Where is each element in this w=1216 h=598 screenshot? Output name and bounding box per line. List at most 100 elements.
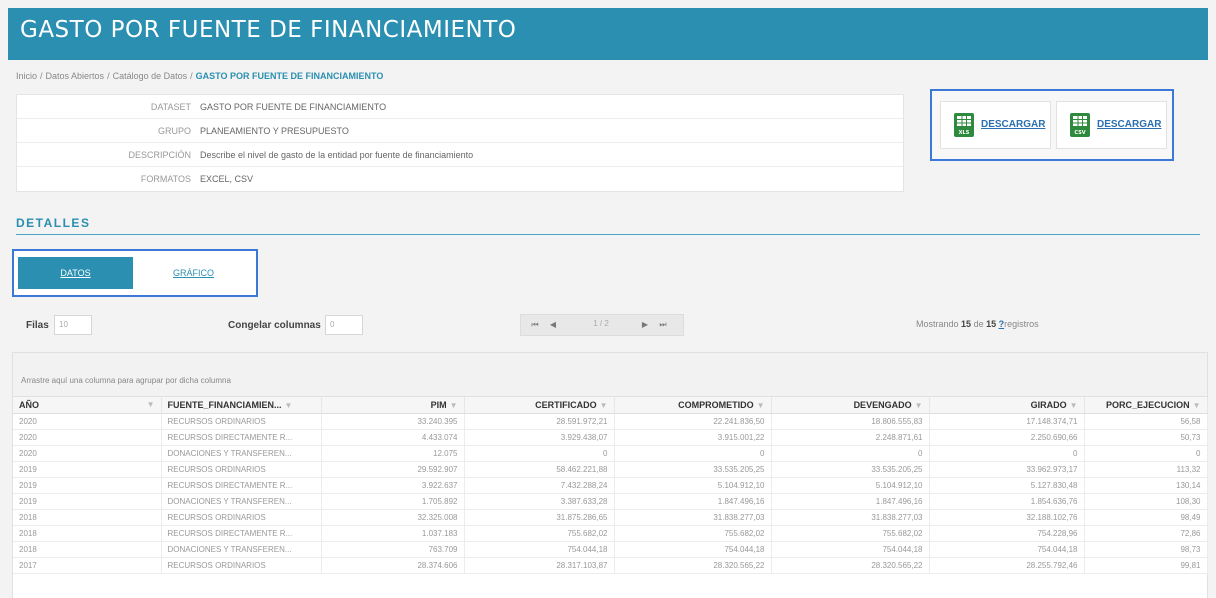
showing-mid: de [973,319,984,329]
group-drop-area[interactable]: Arrastre aquí una columna para agrupar p… [13,353,1207,397]
table-cell: 2019 [13,477,162,494]
info-label: FORMATOS [140,174,191,184]
column-header-certificado[interactable]: CERTIFICADO ▼ [464,397,615,414]
table-row[interactable]: 2018 RECURSOS DIRECTAMENTE R... 1.037.183 7… [13,525,1208,542]
showing-suffix: registros [1004,319,1039,329]
filter-icon[interactable]: ▼ [147,400,155,409]
table-cell: 56,58 [1084,413,1208,430]
table-cell: 754.044,18 [929,541,1085,558]
download-csv-label[interactable]: DESCARGAR [1097,119,1161,130]
column-header-anio[interactable]: AÑO ▼ [13,397,162,414]
table-cell: 32.325.008 [321,509,465,526]
table-cell: 33.535.205,25 [771,461,930,478]
table-row[interactable]: 2017 RECURSOS ORDINARIOS 28.374.606 28.317.… [13,557,1208,574]
filas-input[interactable]: 10 [54,315,92,335]
filter-icon[interactable]: ▼ [915,401,923,410]
section-divider [16,234,1200,235]
column-header-devengado[interactable]: DEVENGADO ▼ [771,397,930,414]
table-row[interactable]: 2018 DONACIONES Y TRANSFEREN... 763.709 754… [13,541,1208,558]
table-cell: 2.250.690,66 [929,429,1085,446]
breadcrumb-catalogo[interactable]: Catálogo de Datos [113,71,188,81]
pager: ⏮ ◀ 1 / 2 ▶ ⏭ [520,314,684,336]
table-cell: 3.922.637 [321,477,465,494]
next-page-icon[interactable]: ▶ [639,319,651,331]
table-cell: 3.929.438,07 [464,429,615,446]
column-header-comprometido[interactable]: COMPROMETIDO ▼ [614,397,772,414]
table-cell: 98,49 [1084,509,1208,526]
tab-datos[interactable]: DATOS [18,257,133,289]
table-row[interactable]: 2019 DONACIONES Y TRANSFEREN... 1.705.892 3… [13,493,1208,510]
table-row[interactable]: 2020 DONACIONES Y TRANSFEREN... 12.075 0 0 0 0… [13,445,1208,462]
table-cell: 98,73 [1084,541,1208,558]
table-cell: 32.188.102,76 [929,509,1085,526]
filter-icon[interactable]: ▼ [1193,401,1201,410]
table-cell: 755.682,02 [464,525,615,542]
filter-icon[interactable]: ▼ [450,401,458,410]
csv-file-icon: CSV [1070,113,1090,137]
table-cell: 2.248.871,61 [771,429,930,446]
table-cell: 1.847.496,16 [771,493,930,510]
filter-icon[interactable]: ▼ [757,401,765,410]
breadcrumb: Inicio / Datos Abiertos / Catálogo de Datos /… [16,71,383,81]
column-header-pim[interactable]: PIM ▼ [321,397,465,414]
first-page-icon[interactable]: ⏮ [529,319,541,331]
table-cell: 108,30 [1084,493,1208,510]
table-cell: 31.838.277,03 [614,509,772,526]
table-cell: 0 [464,445,615,462]
table-cell: 31.838.277,03 [771,509,930,526]
table-cell: 755.682,02 [771,525,930,542]
filter-icon[interactable]: ▼ [1070,401,1078,410]
page-header: GASTO POR FUENTE DE FINANCIAMIENTO [8,8,1208,60]
table-cell: 12.075 [321,445,465,462]
table-cell: DONACIONES Y TRANSFEREN... [161,445,322,462]
table-cell: 28.320.565,22 [771,557,930,574]
table-row[interactable]: 2018 RECURSOS ORDINARIOS 32.325.008 31.875.… [13,509,1208,526]
table-cell: 5.104.912,10 [771,477,930,494]
download-panel: XLS DESCARGAR CSV DESCARGAR [930,89,1174,161]
grid-header-row: AÑO ▼ FUENTE_FINANCIAMIEN... ▼ PIM ▼ CERTIF… [13,397,1208,414]
column-header-fuente[interactable]: FUENTE_FINANCIAMIEN... ▼ [161,397,322,414]
table-cell: 99,81 [1084,557,1208,574]
table-cell: 2020 [13,445,162,462]
table-cell: 33.535.205,25 [614,461,772,478]
table-cell: 754.044,18 [464,541,615,558]
table-cell: 31.875.286,65 [464,509,615,526]
column-header-porc-ejecucion[interactable]: PORC_EJECUCION ▼ [1084,397,1208,414]
table-cell: 113,32 [1084,461,1208,478]
info-row-grupo: GRUPO PLANEAMIENTO Y PRESUPUESTO [17,119,903,143]
table-cell: 755.682,02 [614,525,772,542]
view-tabs: DATOS GRÁFICO [12,249,258,297]
breadcrumb-datos-abiertos[interactable]: Datos Abiertos [46,71,105,81]
table-cell: 0 [771,445,930,462]
info-value: GASTO POR FUENTE DE FINANCIAMIENTO [200,102,387,112]
table-row[interactable]: 2019 RECURSOS ORDINARIOS 29.592.907 58.462.… [13,461,1208,478]
download-xls-label[interactable]: DESCARGAR [981,119,1045,130]
filter-icon[interactable]: ▼ [600,401,608,410]
info-label: DATASET [150,102,191,112]
filter-icon[interactable]: ▼ [285,401,293,410]
column-header-girado[interactable]: GIRADO ▼ [929,397,1085,414]
last-page-icon[interactable]: ⏭ [657,319,669,331]
table-row[interactable]: 2020 RECURSOS ORDINARIOS 33.240.395 28.591.… [13,413,1208,430]
download-csv-button[interactable]: CSV DESCARGAR [1056,101,1167,149]
congelar-columnas-input[interactable]: 0 [325,315,363,335]
table-cell: 28.320.565,22 [614,557,772,574]
table-cell: RECURSOS ORDINARIOS [161,461,322,478]
info-row-descripcion: DESCRIPCIÓN Describe el nivel de gasto d… [17,143,903,167]
table-row[interactable]: 2019 RECURSOS DIRECTAMENTE R... 3.922.637 7… [13,477,1208,494]
xls-badge: XLS [959,130,970,136]
table-cell: 33.240.395 [321,413,465,430]
table-cell: 28.255.792,46 [929,557,1085,574]
table-cell: 2018 [13,525,162,542]
table-cell: 2017 [13,557,162,574]
breadcrumb-inicio[interactable]: Inicio [16,71,37,81]
table-cell: DONACIONES Y TRANSFEREN... [161,493,322,510]
breadcrumb-separator: / [107,71,110,81]
download-xls-button[interactable]: XLS DESCARGAR [940,101,1051,149]
prev-page-icon[interactable]: ◀ [547,319,559,331]
table-cell: RECURSOS DIRECTAMENTE R... [161,477,322,494]
info-value: Describe el nivel de gasto de la entidad… [200,150,474,160]
table-cell: 0 [1084,445,1208,462]
tab-grafico[interactable]: GRÁFICO [136,257,251,289]
table-row[interactable]: 2020 RECURSOS DIRECTAMENTE R... 4.433.074 3… [13,429,1208,446]
